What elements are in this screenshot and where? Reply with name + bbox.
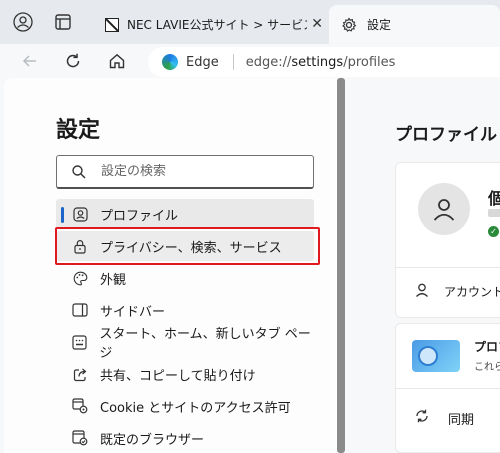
search-icon (72, 164, 86, 179)
sidebar-item-start-home[interactable]: スタート、ホーム、新しいタブ ページ (56, 327, 314, 361)
card-divider (396, 267, 500, 268)
cookie-icon (72, 398, 88, 414)
promo-title: プロフ (474, 340, 500, 354)
settings-sidebar: 設定 プロファイル プライバシー、検索、サービス 外観 (4, 78, 344, 453)
home-button[interactable] (105, 50, 129, 72)
profile-promo-image (412, 340, 460, 372)
sidebar-item-cookies[interactable]: Cookie とサイトのアクセス許可 (56, 391, 314, 421)
home-icon (72, 334, 87, 350)
tab-nec-lavie[interactable]: NEC LAVIE公式サイト > サービス&サポート ✕ (97, 5, 329, 44)
content-area: 設定 プロファイル プライバシー、検索、サービス 外観 (0, 78, 500, 453)
page-title: プロファイル (395, 125, 497, 145)
sidebar-item-label: 外観 (100, 272, 127, 288)
sidebar-icon (72, 302, 88, 318)
gear-icon (342, 16, 357, 32)
profile-card: 個 ✓ アカウント (395, 162, 500, 318)
palette-icon (72, 270, 88, 286)
settings-title: 設定 (56, 118, 101, 143)
sync-label[interactable]: 同期 (448, 409, 474, 428)
address-toolbar: Edge edge://settings/profiles (0, 44, 500, 78)
edge-label: Edge (186, 54, 219, 70)
browser-icon (72, 430, 88, 446)
sidebar-scrollbar[interactable] (337, 78, 345, 453)
refresh-button[interactable] (61, 50, 85, 72)
card-divider (396, 388, 500, 389)
url-text: edge://settings/profiles (245, 54, 396, 70)
sidebar-item-appearance[interactable]: 外観 (56, 263, 314, 293)
sidebar-item-profiles[interactable]: プロファイル (56, 199, 314, 229)
tab-actions-icon[interactable] (52, 11, 74, 33)
sidebar-item-label: Cookie とサイトのアクセス許可 (100, 400, 291, 416)
profile-avatar-icon[interactable] (12, 11, 34, 33)
address-separator (232, 54, 234, 70)
tab-strip: NEC LAVIE公式サイト > サービス&サポート ✕ 設定 (0, 0, 500, 44)
profile-email-redacted (488, 209, 500, 217)
avatar[interactable] (418, 183, 470, 235)
sidebar-item-share-copy[interactable]: 共有、コピーして貼り付け (56, 359, 314, 389)
tab-title: NEC LAVIE公式サイト > サービス&サポート (127, 18, 307, 32)
profile-name: 個 (488, 189, 500, 208)
profile-icon (72, 206, 88, 222)
account-label[interactable]: アカウント (444, 283, 500, 300)
account-icon (416, 283, 428, 297)
sync-check-icon: ✓ (488, 226, 499, 237)
sidebar-item-label: プロファイル (100, 208, 179, 224)
sidebar-item-label: スタート、ホーム、新しいタブ ページ (99, 327, 311, 361)
promo-card: プロフ これら 同期 (395, 323, 500, 453)
share-icon (72, 366, 88, 382)
sidebar-item-label: サイドバー (100, 304, 166, 320)
back-button[interactable] (18, 50, 42, 72)
settings-search[interactable] (56, 155, 314, 189)
tab-title-settings: 設定 (367, 18, 392, 32)
site-favicon-icon (105, 17, 119, 32)
promo-subtitle: これら (474, 362, 500, 373)
highlight-annotation-box (55, 227, 320, 265)
tab-settings[interactable]: 設定 (329, 5, 500, 44)
close-tab-icon[interactable]: ✕ (311, 16, 323, 32)
sidebar-item-label: 共有、コピーして貼り付け (100, 368, 256, 384)
search-input[interactable] (101, 164, 301, 179)
sync-icon (416, 409, 428, 423)
sidebar-item-label: 既定のブラウザー (100, 432, 205, 448)
edge-logo-icon (162, 54, 178, 70)
address-bar[interactable]: Edge edge://settings/profiles (148, 47, 500, 77)
sidebar-item-default-browser[interactable]: 既定のブラウザー (56, 423, 314, 453)
sidebar-item-sidebar[interactable]: サイドバー (56, 295, 314, 325)
